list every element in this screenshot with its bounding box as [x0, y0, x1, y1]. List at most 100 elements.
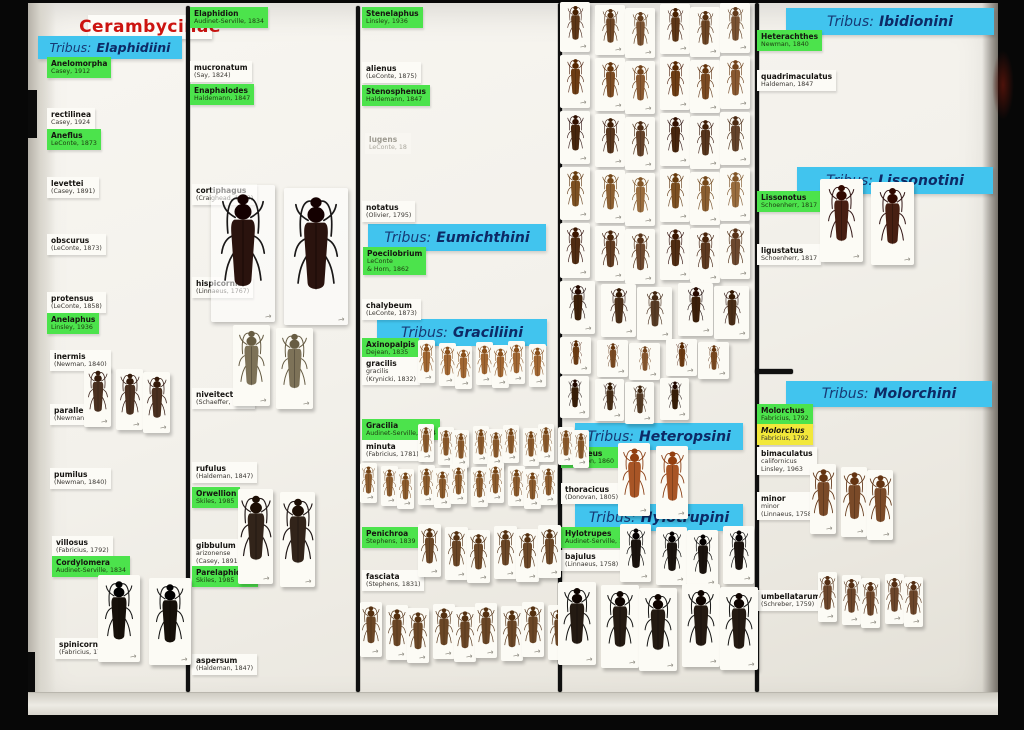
species-label: ligustatusSchoenherr, 1817: [757, 244, 821, 265]
beetle-icon: [493, 346, 508, 381]
beetle-icon: [627, 383, 653, 417]
species-label: bimaculatuscalifornicusLinsley, 1963: [757, 447, 817, 475]
taxon-name-line: gracilis: [366, 359, 416, 368]
beetle-icon: [597, 227, 624, 272]
det-arrow-mark: →: [551, 568, 559, 577]
beetle-icon: [398, 470, 413, 503]
taxon-name-line: lugens: [369, 135, 407, 144]
beetle-icon: [382, 467, 397, 500]
beetle-icon: [843, 468, 866, 525]
specimen-card: →: [625, 229, 655, 284]
det-arrow-mark: →: [372, 647, 380, 656]
taxon-author-line: (Casey, 1891): [51, 188, 95, 196]
taxon-name-line: aspersum: [196, 656, 253, 665]
species-label: gibbulumarizonense(Casey, 1891): [192, 539, 244, 567]
specimen-card: →: [818, 572, 837, 622]
beetle-icon: [151, 579, 189, 650]
specimen-card: →: [625, 173, 655, 226]
tribe-name: Molorchini: [874, 386, 957, 402]
specimen-card: →: [453, 430, 469, 468]
genus-label: StenosphenusHaldemann, 1847: [362, 85, 430, 106]
taxon-name-line: bimaculatus: [761, 449, 813, 458]
beetle-icon: [639, 288, 671, 331]
taxon-name-line: chalybeum: [366, 301, 417, 310]
specimen-card: →: [560, 337, 591, 374]
det-arrow-mark: →: [547, 495, 555, 504]
det-arrow-mark: →: [740, 99, 748, 108]
taxon-name-line: Enaphalodes: [194, 86, 250, 95]
tribus-prefix: Tribus:: [50, 40, 92, 55]
specimen-card: →: [820, 179, 863, 262]
det-arrow-mark: →: [579, 408, 587, 417]
beetle-icon: [689, 531, 717, 579]
specimen-card: →: [885, 574, 904, 624]
beetle-icon: [862, 579, 879, 620]
beetle-icon: [662, 58, 689, 101]
specimen-card: →: [720, 56, 750, 109]
taxon-author-line: Skiles, 1985: [196, 498, 236, 506]
det-arrow-mark: →: [529, 456, 537, 465]
beetle-icon: [419, 341, 434, 376]
specimen-card: →: [538, 525, 561, 578]
specimen-card: →: [867, 470, 893, 540]
det-arrow-mark: →: [748, 660, 756, 669]
taxon-author-line: LeConte: [367, 258, 422, 266]
taxon-name-line: Elaphidion: [194, 9, 264, 18]
specimen-card: →: [714, 286, 749, 339]
det-arrow-mark: →: [667, 661, 675, 670]
det-arrow-mark: →: [586, 655, 594, 664]
specimen-card: →: [434, 468, 451, 508]
taxon-author-line: (Schreber, 1759): [761, 601, 820, 609]
det-arrow-mark: →: [580, 154, 588, 163]
taxon-author-line: Newman, 1840: [761, 41, 818, 49]
beetle-icon: [662, 379, 688, 413]
specimen-card: →: [841, 467, 867, 537]
taxon-name-line: thoracicus: [565, 485, 618, 494]
det-arrow-mark: →: [419, 653, 427, 662]
beetle-icon: [434, 605, 454, 650]
det-arrow-mark: →: [710, 215, 718, 224]
specimen-card: →: [687, 530, 718, 588]
tribe-name: Heteropsini: [639, 429, 731, 445]
det-arrow-mark: →: [687, 366, 695, 375]
tribe-name: Elaphidiini: [96, 40, 170, 55]
det-arrow-mark: →: [870, 618, 878, 627]
det-arrow-mark: →: [424, 452, 432, 461]
taxon-author-line: (Donovan, 1805): [565, 494, 618, 502]
specimen-card: →: [904, 577, 923, 627]
det-arrow-mark: →: [744, 574, 752, 583]
specimen-card: →: [418, 524, 441, 577]
beetle-icon: [451, 465, 466, 498]
specimen-card: →: [560, 55, 590, 108]
specimen-card: →: [276, 328, 313, 409]
genus-label: ElaphidionAudinet-Serville, 1834: [190, 7, 268, 28]
specimen-card: →: [211, 185, 275, 322]
specimen-card: →: [149, 578, 191, 665]
species-label: minuta(Fabricius, 1781): [362, 440, 423, 461]
specimen-card: →: [558, 582, 596, 665]
taxon-name-line: ligustatus: [761, 246, 817, 255]
beetle-icon: [597, 6, 624, 47]
det-arrow-mark: →: [515, 374, 523, 383]
genus-label: MolorchusFabricius, 1792: [757, 404, 813, 425]
beetle-icon: [419, 466, 434, 499]
det-arrow-mark: →: [499, 378, 507, 387]
det-arrow-mark: →: [680, 212, 688, 221]
det-arrow-mark: →: [615, 101, 623, 110]
taxon-name-line: Orwellion: [196, 489, 236, 498]
beetle-icon: [662, 5, 689, 46]
beetle-icon: [597, 115, 624, 158]
taxon-author-line: (Haldeman, 1847): [196, 665, 253, 673]
det-arrow-mark: →: [585, 324, 593, 333]
det-arrow-mark: →: [710, 273, 718, 282]
beetle-icon: [495, 527, 516, 570]
beetle-icon: [725, 527, 753, 575]
taxon-author-line: (Say, 1824): [194, 72, 248, 80]
specimen-card: →: [516, 529, 539, 582]
beetle-icon: [620, 444, 649, 504]
beetle-icon: [597, 171, 624, 214]
specimen-card: →: [625, 382, 654, 424]
beetle-icon: [240, 490, 272, 568]
taxon-author-line: Casey, 1924: [51, 119, 91, 127]
specimen-card: →: [360, 463, 377, 503]
